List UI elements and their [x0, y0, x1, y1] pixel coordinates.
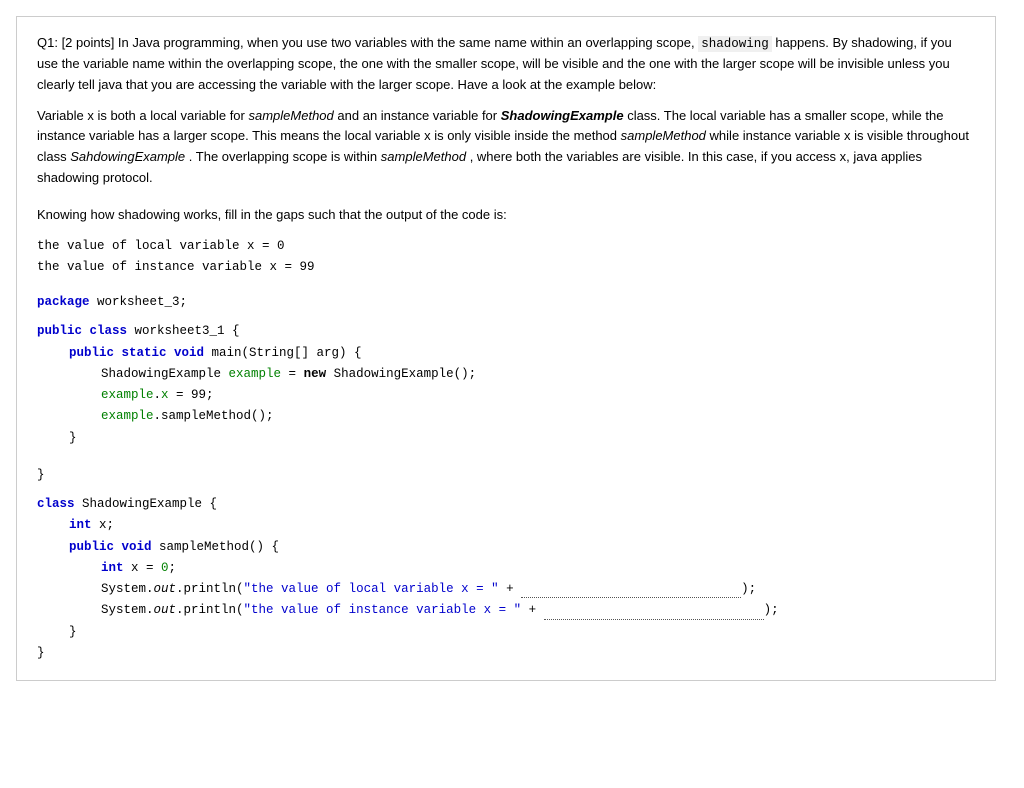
para2-bolditalic1: ShadowingExample — [501, 108, 624, 123]
string-local: "the value of local variable x = " — [244, 582, 499, 596]
code-set-x: example.x = 99; — [37, 385, 975, 406]
keyword-public-void: public void — [69, 540, 152, 554]
inline-shadowing-code: shadowing — [698, 36, 772, 52]
question-header: Q1: [2 points] In Java programming, when… — [37, 35, 695, 50]
code-field-x: int x; — [37, 515, 975, 536]
code-close-main: } — [37, 428, 975, 449]
code-sample-method-decl: public void sampleMethod() { — [37, 537, 975, 558]
keyword-int-field: int — [69, 518, 92, 532]
keyword-package: package — [37, 295, 90, 309]
para2-start: Variable x is both a local variable for — [37, 108, 245, 123]
string-instance: "the value of instance variable x = " — [244, 603, 522, 617]
para3-text: Knowing how shadowing works, fill in the… — [37, 207, 507, 222]
keyword-class: class — [37, 497, 75, 511]
code-package-line: package worksheet_3; — [37, 292, 975, 313]
code-close-class1: } — [37, 465, 975, 486]
para2-italic2: sampleMethod — [621, 128, 706, 143]
keyword-public-class: public class — [37, 324, 127, 338]
blank-instance — [544, 619, 764, 620]
question-paragraph-2: Variable x is both a local variable for … — [37, 106, 975, 189]
code-close-class2: } — [37, 643, 975, 664]
code-call-sample: example.sampleMethod(); — [37, 406, 975, 427]
blank-local — [521, 597, 741, 598]
question-paragraph-1: Q1: [2 points] In Java programming, when… — [37, 33, 975, 96]
output-line-2: the value of instance variable x = 99 — [37, 260, 315, 274]
keyword-new: new — [304, 367, 327, 381]
out-ref-1: out — [154, 582, 177, 596]
code-class-decl: public class worksheet3_1 { — [37, 321, 975, 342]
code-class2-decl: class ShadowingExample { — [37, 494, 975, 515]
code-main-method: public static void main(String[] arg) { — [37, 343, 975, 364]
code-block: package worksheet_3; public class worksh… — [37, 292, 975, 664]
keyword-int-local: int — [101, 561, 124, 575]
para2-e: . The overlapping scope is within — [189, 149, 377, 164]
code-close-sample: } — [37, 622, 975, 643]
para2-italic4: sampleMethod — [381, 149, 466, 164]
var-example-call: example — [101, 409, 154, 423]
code-local-x: int x = 0; — [37, 558, 975, 579]
expected-output: the value of local variable x = 0 the va… — [37, 236, 975, 279]
code-println-instance: System.out.println("the value of instanc… — [37, 600, 975, 621]
main-content: Q1: [2 points] In Java programming, when… — [16, 16, 996, 681]
field-x-ref: x — [161, 388, 169, 402]
value-zero: 0 — [161, 561, 169, 575]
para2-b: and an instance variable for — [337, 108, 497, 123]
para2-italic3: SahdowingExample — [70, 149, 185, 164]
code-new-example: ShadowingExample example = new Shadowing… — [37, 364, 975, 385]
keyword-public-static-void: public static void — [69, 346, 204, 360]
para2-italic1: sampleMethod — [249, 108, 334, 123]
question-paragraph-3: Knowing how shadowing works, fill in the… — [37, 205, 975, 226]
out-ref-2: out — [154, 603, 177, 617]
var-example: example — [229, 367, 282, 381]
code-println-local: System.out.println("the value of local v… — [37, 579, 975, 600]
var-example-x: example — [101, 388, 154, 402]
output-line-1: the value of local variable x = 0 — [37, 239, 285, 253]
